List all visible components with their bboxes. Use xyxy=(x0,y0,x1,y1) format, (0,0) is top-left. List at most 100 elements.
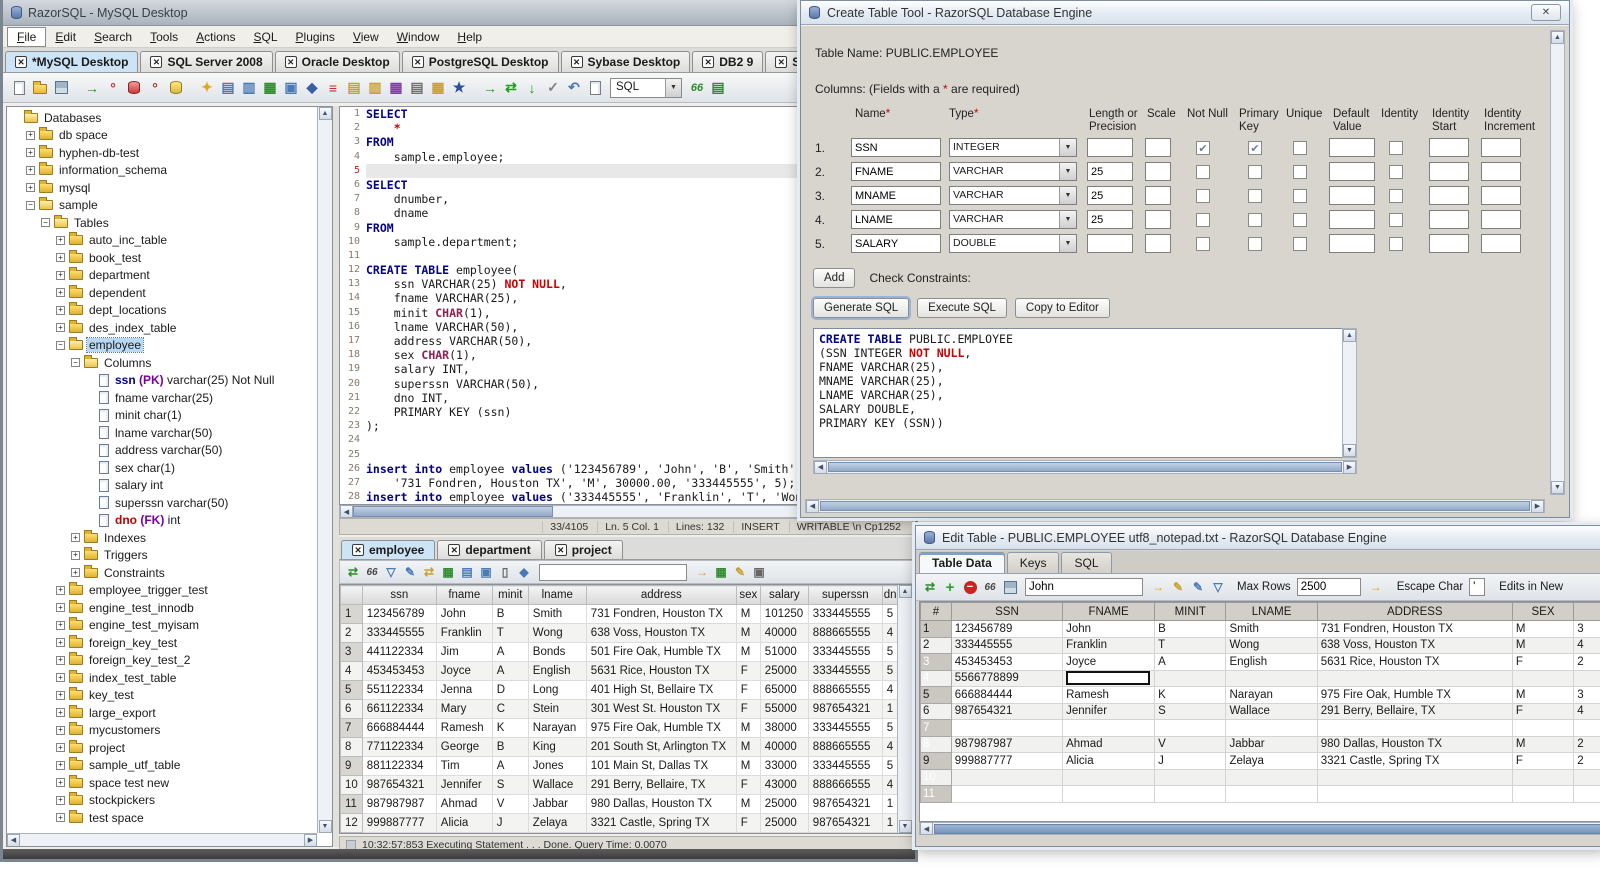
results-cell[interactable]: Smith xyxy=(527,604,587,624)
results-cell[interactable]: 25000 xyxy=(759,813,809,833)
edit-cell[interactable] xyxy=(1511,669,1575,687)
edit-column-header[interactable] xyxy=(1573,602,1600,621)
row-number[interactable]: 7 xyxy=(920,719,952,737)
edit-cell[interactable]: Ramesh xyxy=(1062,686,1156,704)
length-precision-input[interactable] xyxy=(1087,186,1133,205)
history-icon[interactable] xyxy=(585,78,605,98)
results-cell[interactable]: A xyxy=(491,642,529,662)
results-cell[interactable]: 771122334 xyxy=(361,737,437,757)
scroll-down-icon[interactable]: ▼ xyxy=(1343,444,1356,457)
edit-cell[interactable]: Ahmad xyxy=(1062,735,1156,753)
column-name-input[interactable] xyxy=(851,186,941,205)
edit-cell[interactable]: 291 Berry, Bellaire, TX xyxy=(1316,702,1513,720)
results-cell[interactable]: S xyxy=(491,775,529,795)
execute-fetch-icon[interactable]: ↓ xyxy=(522,78,542,98)
edit-results-icon[interactable]: ✎ xyxy=(401,563,419,581)
results-cell[interactable]: 551122334 xyxy=(361,680,437,700)
chevron-down-icon[interactable]: ▼ xyxy=(1059,139,1076,156)
tree-expander-icon[interactable]: + xyxy=(26,165,35,175)
edit-cell[interactable]: 638 Voss, Houston TX xyxy=(1316,636,1513,654)
tree-item-engine-test-myisam[interactable]: + engine_test_myisam xyxy=(7,617,317,635)
window-resize-bar[interactable] xyxy=(3,849,915,859)
scale-input[interactable] xyxy=(1145,138,1171,157)
not-null-checkbox[interactable]: ✔ xyxy=(1196,141,1210,155)
table-row[interactable]: 9 999887777 Alicia J Zelaya 3321 Castle, Spri… xyxy=(920,752,1600,770)
execute-sql-icon[interactable]: → xyxy=(480,78,500,98)
format-sql-icon[interactable]: ✦ xyxy=(197,78,217,98)
edit-cell[interactable] xyxy=(1316,669,1513,687)
results-cell[interactable]: A xyxy=(491,661,529,681)
primary-key-checkbox[interactable] xyxy=(1248,189,1262,203)
disconnect-icon[interactable]: ° xyxy=(103,78,123,98)
tree-expander-icon[interactable]: + xyxy=(56,655,65,665)
scroll-left-icon[interactable]: ◀ xyxy=(7,833,20,846)
identity-increment-input[interactable] xyxy=(1481,138,1521,157)
edit-cell[interactable] xyxy=(950,785,1064,803)
not-null-checkbox[interactable] xyxy=(1196,189,1210,203)
table-row[interactable]: 5 666884444 Ramesh K Narayan 975 Fire Oak, Hu… xyxy=(920,686,1600,704)
edit-cell-icon[interactable]: ✎ xyxy=(1189,578,1207,596)
scroll-down-icon[interactable]: ▼ xyxy=(1551,481,1564,494)
row-number[interactable]: 3 xyxy=(340,642,363,662)
search-go-icon[interactable]: → xyxy=(693,563,711,581)
edit-cell[interactable] xyxy=(1573,768,1600,786)
column-name-input[interactable] xyxy=(851,138,941,157)
edit-cell[interactable] xyxy=(1573,669,1600,687)
save-edits-icon[interactable] xyxy=(1001,578,1019,596)
edit-cell[interactable]: 3 xyxy=(1573,620,1600,638)
edit-cell[interactable] xyxy=(1154,669,1227,687)
export-data-icon[interactable]: ▦ xyxy=(260,78,280,98)
unique-checkbox[interactable] xyxy=(1293,165,1307,179)
window-horizontal-scrollbar[interactable]: ◀ ▶ xyxy=(805,499,1545,513)
results-cell[interactable]: 501 Fire Oak, Humble TX xyxy=(585,642,737,662)
tree-item-sample[interactable]: − sample xyxy=(7,197,317,215)
menu-item-file[interactable]: File xyxy=(7,26,47,47)
tree-expander-icon[interactable]: + xyxy=(56,270,65,280)
tree-item-triggers[interactable]: + Triggers xyxy=(7,547,317,565)
results-cell[interactable]: M xyxy=(735,756,761,776)
edit-cell[interactable]: 999887777 xyxy=(950,752,1064,770)
edit-column-header[interactable]: MINIT xyxy=(1154,602,1227,621)
results-cell[interactable]: F xyxy=(735,775,761,795)
results-cell[interactable]: Tim xyxy=(435,756,493,776)
export-results-icon[interactable]: ▦ xyxy=(439,563,457,581)
scrollbar-thumb[interactable] xyxy=(820,501,1530,511)
tree-horizontal-scrollbar[interactable]: ◀ ▶ xyxy=(7,833,317,846)
table-row[interactable]: 6 987654321 Jennifer S Wallace 291 Berry, Bel… xyxy=(920,702,1600,720)
edit-cell[interactable]: A xyxy=(1154,653,1227,671)
results-cell[interactable]: F xyxy=(735,661,761,681)
scale-input[interactable] xyxy=(1145,162,1171,181)
edit-cell[interactable] xyxy=(1154,719,1227,737)
results-cell[interactable]: M xyxy=(735,604,761,624)
menu-item-edit[interactable]: Edit xyxy=(46,28,85,46)
column-type-select[interactable]: VARCHAR ▼ xyxy=(949,162,1077,181)
table-row[interactable]: 11 987987987 Ahmad V Jabbar 980 Dallas, Houst… xyxy=(340,794,905,814)
close-tab-icon[interactable]: ✕ xyxy=(411,56,424,68)
results-cell[interactable]: F xyxy=(735,680,761,700)
results-column-header[interactable]: sex xyxy=(735,585,761,605)
edit-cell[interactable] xyxy=(1062,768,1156,786)
sort-results-icon[interactable]: ⇄ xyxy=(420,563,438,581)
results-cell[interactable]: 638 Voss, Houston TX xyxy=(585,623,737,643)
refresh-icon[interactable]: ⇄ xyxy=(921,578,939,596)
not-null-checkbox[interactable] xyxy=(1196,165,1210,179)
connection-tab[interactable]: ✕ DB2 9 xyxy=(692,51,764,72)
copy-icon[interactable]: ▣ xyxy=(281,78,301,98)
close-button[interactable]: ✕ xyxy=(1531,4,1561,21)
identity-checkbox[interactable] xyxy=(1389,141,1403,155)
edit-cell[interactable] xyxy=(1225,719,1318,737)
primary-key-checkbox[interactable]: ✔ xyxy=(1248,141,1262,155)
tree-item-foreign-key-test-2[interactable]: + foreign_key_test_2 xyxy=(7,652,317,670)
edit-tab-table-data[interactable]: Table Data xyxy=(919,552,1005,573)
edit-tab-sql[interactable]: SQL xyxy=(1061,552,1112,573)
results-cell[interactable]: F xyxy=(735,813,761,833)
menu-item-sql[interactable]: SQL xyxy=(245,28,287,46)
length-precision-input[interactable] xyxy=(1087,162,1133,181)
scroll-up-icon[interactable]: ▲ xyxy=(1551,31,1564,44)
tree-expander-icon[interactable]: + xyxy=(56,288,65,298)
table-row[interactable]: 7 666884444 Ramesh K Narayan 975 Fire Oak, Hu… xyxy=(340,718,905,738)
chevron-down-icon[interactable]: ▼ xyxy=(1059,163,1076,180)
table-row[interactable]: 8 987987987 Ahmad V Jabbar 980 Dallas, Housto… xyxy=(920,735,1600,753)
auto-commit-icon[interactable] xyxy=(166,78,186,98)
edit-cell[interactable]: M xyxy=(1511,620,1575,638)
